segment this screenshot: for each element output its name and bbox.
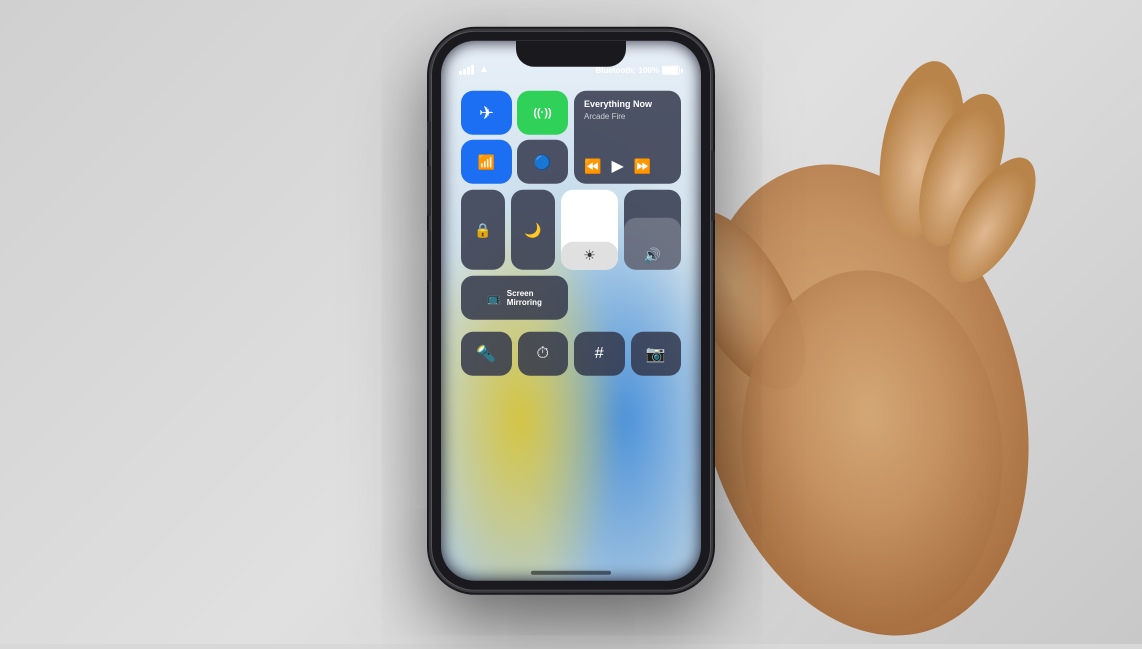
status-right: Bluetooth; 100% bbox=[596, 66, 683, 77]
camera-icon: 📷 bbox=[646, 344, 666, 364]
scene: ▲ Bluetooth; 100% bbox=[0, 0, 1142, 644]
screen-mirroring-icon: 📺 bbox=[487, 291, 501, 304]
row-shortcuts: 🔦 ⏱ # 📷 bbox=[461, 332, 681, 376]
bluetooth-button[interactable]: 🔵 bbox=[517, 140, 568, 184]
battery-tip bbox=[681, 68, 683, 72]
volume-slider[interactable]: 🔊 bbox=[624, 190, 681, 270]
wifi-status-icon: ▲ bbox=[479, 64, 489, 75]
fast-forward-button[interactable]: ⏩ bbox=[634, 157, 651, 174]
moon-icon: 🌙 bbox=[524, 221, 541, 238]
play-button[interactable]: ▶ bbox=[611, 156, 623, 176]
battery-body bbox=[662, 66, 680, 75]
row-connectivity: ✈ ((·)) 📶 🔵 bbox=[461, 91, 681, 184]
airplane-mode-button[interactable]: ✈ bbox=[461, 91, 512, 135]
signal-bar-3 bbox=[467, 66, 470, 74]
screen-mirroring-sublabel: Mirroring bbox=[507, 298, 542, 307]
battery-icon bbox=[662, 66, 683, 75]
bluetooth-icon: 🔵 bbox=[534, 153, 551, 170]
now-playing-title: Everything Now bbox=[584, 99, 671, 111]
timer-button[interactable]: ⏱ bbox=[518, 332, 569, 376]
now-playing-panel: Everything Now Arcade Fire ⏪ ▶ ⏩ bbox=[574, 91, 681, 184]
iphone-screen: ▲ Bluetooth; 100% bbox=[441, 41, 701, 581]
control-center: ✈ ((·)) 📶 🔵 bbox=[453, 83, 689, 384]
bluetooth-icon: Bluetooth; bbox=[596, 66, 636, 75]
iphone-wrapper: ▲ Bluetooth; 100% bbox=[431, 31, 711, 591]
battery-fill bbox=[663, 67, 678, 74]
flashlight-button[interactable]: 🔦 bbox=[461, 332, 512, 376]
row-mirroring: 📺 Screen Mirroring bbox=[461, 276, 681, 326]
calculator-icon: # bbox=[595, 345, 604, 363]
now-playing-info: Everything Now Arcade Fire bbox=[584, 99, 671, 121]
signal-bar-1 bbox=[459, 70, 462, 74]
signal-bar-2 bbox=[463, 68, 466, 74]
cellular-icon: ((·)) bbox=[533, 107, 551, 119]
battery-percent-label: 100% bbox=[639, 66, 659, 75]
rewind-button[interactable]: ⏪ bbox=[584, 157, 601, 174]
iphone-frame: ▲ Bluetooth; 100% bbox=[431, 31, 711, 591]
timer-icon: ⏱ bbox=[537, 345, 549, 363]
now-playing-artist: Arcade Fire bbox=[584, 111, 671, 120]
signal-strength bbox=[459, 64, 474, 74]
airplane-icon: ✈ bbox=[479, 102, 494, 123]
volume-icon: 🔊 bbox=[644, 247, 661, 264]
signal-bar-4 bbox=[471, 64, 474, 74]
now-playing-controls: ⏪ ▶ ⏩ bbox=[584, 156, 671, 176]
connectivity-grid: ✈ ((·)) 📶 🔵 bbox=[461, 91, 568, 184]
brightness-slider[interactable]: ☀ bbox=[561, 190, 618, 270]
orientation-lock-button[interactable]: 🔒 bbox=[461, 190, 505, 270]
screen-mirroring-button[interactable]: 📺 Screen Mirroring bbox=[461, 276, 568, 320]
home-indicator bbox=[531, 571, 611, 575]
cellular-button[interactable]: ((·)) bbox=[517, 91, 568, 135]
mute-switch[interactable] bbox=[427, 121, 431, 151]
notch bbox=[516, 41, 626, 67]
row-controls: 🔒 🌙 ☀ 🔊 bbox=[461, 190, 681, 270]
calculator-button[interactable]: # bbox=[574, 332, 625, 376]
volume-up-button[interactable] bbox=[427, 166, 431, 216]
flashlight-icon: 🔦 bbox=[476, 344, 496, 364]
power-button[interactable] bbox=[711, 151, 715, 221]
screen-mirroring-label: Screen bbox=[507, 289, 542, 298]
do-not-disturb-button[interactable]: 🌙 bbox=[511, 190, 555, 270]
empty-cell-2 bbox=[631, 276, 682, 320]
status-left: ▲ bbox=[459, 64, 489, 77]
wifi-button[interactable]: 📶 bbox=[461, 140, 512, 184]
volume-down-button[interactable] bbox=[427, 231, 431, 281]
screen-mirroring-text-group: Screen Mirroring bbox=[507, 289, 542, 307]
brightness-icon: ☀ bbox=[583, 247, 596, 264]
empty-cell-1 bbox=[574, 276, 625, 320]
lock-rotation-icon: 🔒 bbox=[474, 221, 491, 238]
camera-button[interactable]: 📷 bbox=[631, 332, 682, 376]
wifi-icon: 📶 bbox=[478, 153, 495, 170]
